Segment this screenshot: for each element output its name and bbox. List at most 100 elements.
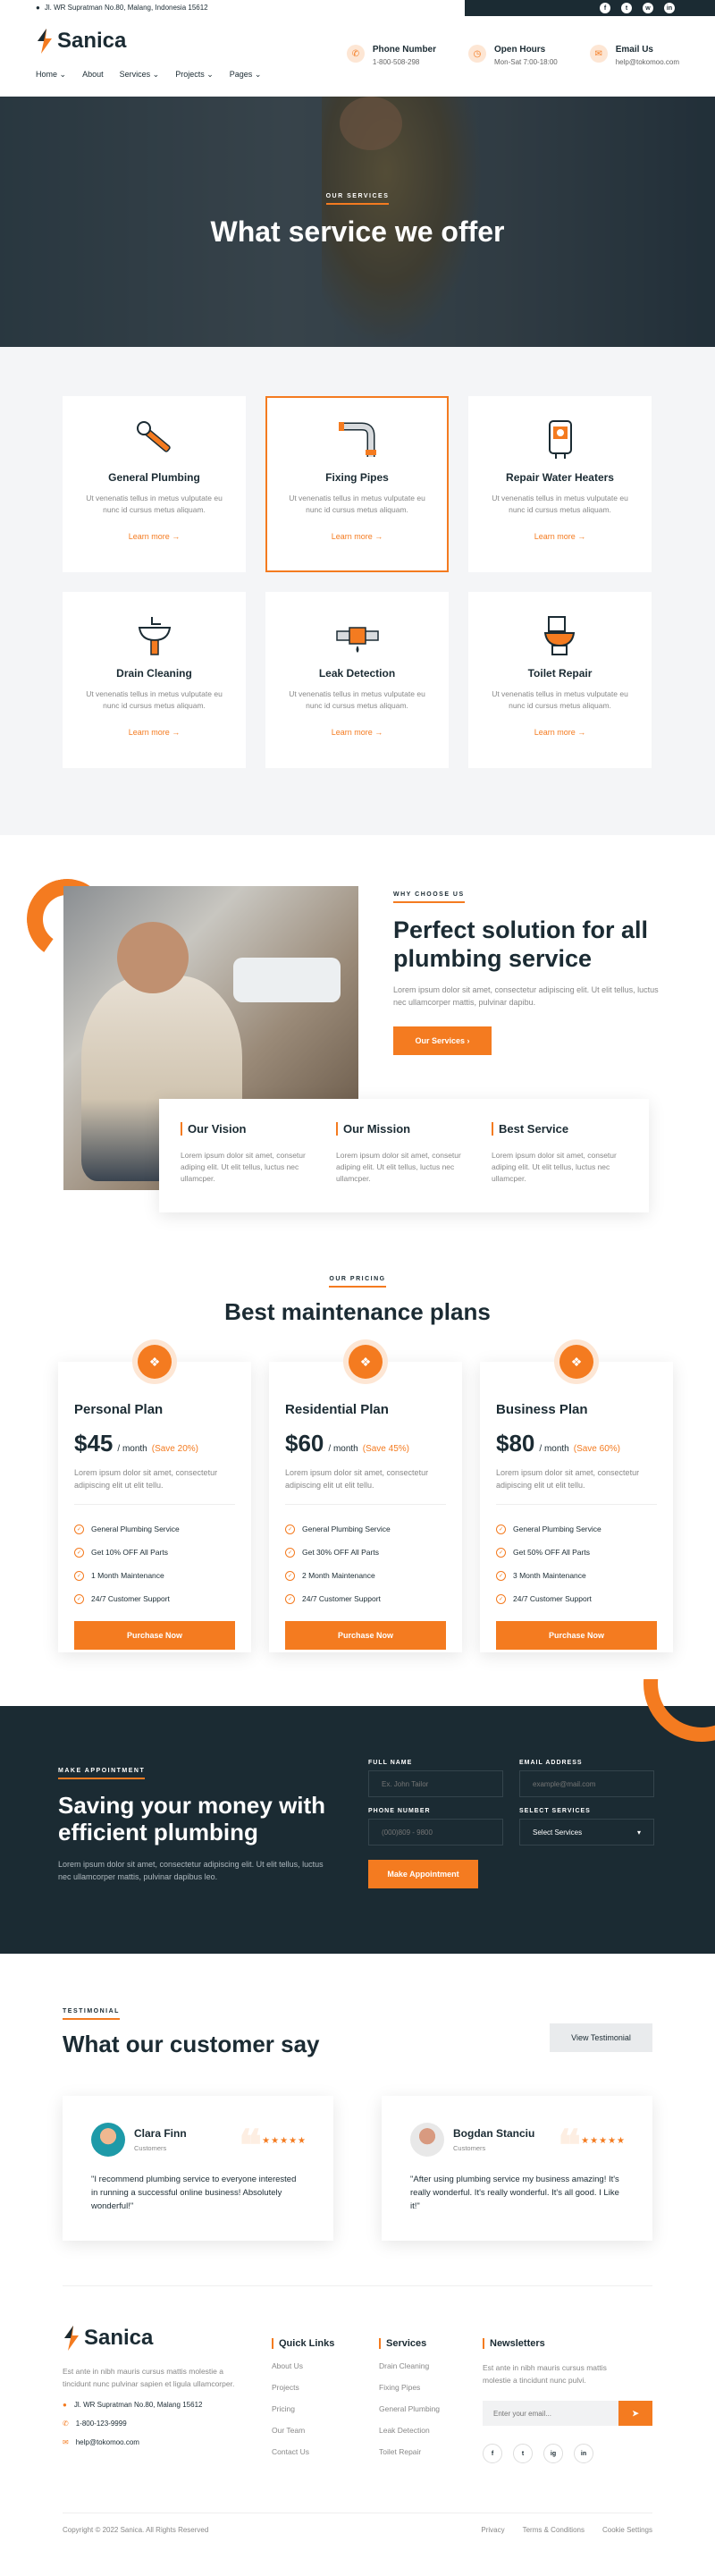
our-services-button[interactable]: Our Services › (393, 1026, 492, 1055)
newsletter-desc: Est ante in nibh mauris cursus mattis mo… (483, 2363, 607, 2385)
phone-input[interactable] (368, 1819, 503, 1845)
facebook-icon[interactable]: f (483, 2444, 502, 2463)
newsletter-email-input[interactable] (483, 2401, 618, 2426)
service-card[interactable]: Repair Water Heaters Ut venenatis tellus… (468, 396, 652, 572)
nav-pages[interactable]: Pages ⌄ (230, 70, 262, 80)
info-hours-value: Mon-Sat 7:00-18:00 (494, 58, 558, 66)
footer-link[interactable]: Leak Detection (379, 2426, 440, 2435)
learn-more-link[interactable]: Learn more → (129, 532, 181, 541)
plan-desc: Lorem ipsum dolor sit amet, consectetur … (496, 1468, 640, 1490)
quote-icon: ❝ (558, 2123, 581, 2170)
footer-link[interactable]: About Us (272, 2361, 334, 2370)
learn-more-link[interactable]: Learn more → (534, 728, 586, 737)
nav-home[interactable]: Home ⌄ (36, 70, 66, 80)
logo[interactable]: Sanica (36, 29, 126, 54)
phone-label: PHONE NUMBER (368, 1808, 431, 1814)
leak-icon (267, 613, 447, 658)
terms-link[interactable]: Terms & Conditions (523, 2526, 585, 2534)
whatsapp-icon[interactable]: w (643, 3, 653, 13)
select-services-value: Select Services (533, 1828, 583, 1837)
why-title: Perfect solution for all plumbing servic… (393, 916, 649, 972)
topbar-address: ● Jl. WR Supratman No.80, Malang, Indone… (36, 4, 208, 12)
service-card[interactable]: Drain Cleaning Ut venenatis tellus in me… (63, 592, 246, 768)
nav-services[interactable]: Services ⌄ (120, 70, 160, 80)
check-icon: ✓ (74, 1524, 84, 1534)
testimonial-quote: "I recommend plumbing service to everyon… (91, 2175, 297, 2211)
full-name-input[interactable] (368, 1770, 503, 1797)
footer-link[interactable]: Fixing Pipes (379, 2383, 440, 2392)
learn-more-link[interactable]: Learn more → (332, 532, 383, 541)
plan-feature: ✓ Get 50% OFF All Parts (496, 1541, 657, 1564)
plan-price: $60 (285, 1430, 324, 1457)
footer-link[interactable]: Projects (272, 2383, 334, 2392)
view-testimonial-button[interactable]: View Testimonial (550, 2023, 652, 2052)
logo-mark-icon (38, 29, 52, 54)
service-desc: Ut venenatis tellus in metus vulputate e… (492, 689, 628, 710)
service-title: Toilet Repair (527, 667, 593, 680)
footer-link[interactable]: Contact Us (272, 2447, 334, 2456)
purchase-now-button[interactable]: Purchase Now (285, 1621, 446, 1650)
info-phone-value: 1-800-508-298 (372, 58, 420, 66)
appointment-form: FULL NAME EMAIL ADDRESS PHONE NUMBER SEL… (368, 1760, 654, 1888)
mail-icon: ✉ (63, 2438, 69, 2446)
nav-about[interactable]: About (82, 70, 104, 80)
plan-price: $80 (496, 1430, 535, 1457)
arrow-right-icon: → (374, 532, 383, 541)
chevron-down-icon: ⌄ (206, 70, 214, 79)
arrow-right-icon: → (577, 728, 586, 737)
footer-bottom: Copyright © 2022 Sanica. All Rights Rese… (63, 2513, 652, 2534)
cookie-settings-link[interactable]: Cookie Settings (602, 2526, 652, 2534)
email-input[interactable] (519, 1770, 654, 1797)
topbar-dark-panel (465, 0, 715, 16)
plan-name: Residential Plan (285, 1402, 389, 1417)
service-card[interactable]: Toilet Repair Ut venenatis tellus in met… (468, 592, 652, 768)
plan-period: / month (539, 1444, 569, 1454)
phone-icon: ✆ (346, 45, 365, 63)
linkedin-icon[interactable]: in (574, 2444, 593, 2463)
twitter-icon[interactable]: t (621, 3, 632, 13)
plan-feature: ✓ General Plumbing Service (74, 1517, 235, 1541)
send-button[interactable]: ➤ (618, 2401, 652, 2426)
main-nav: Home ⌄ About Services ⌄ Projects ⌄ Pages… (36, 70, 261, 80)
plan-feature: ✓ 24/7 Customer Support (496, 1587, 657, 1610)
footer-link[interactable]: Our Team (272, 2426, 334, 2435)
facebook-icon[interactable]: f (600, 3, 610, 13)
service-title: Repair Water Heaters (506, 471, 614, 484)
twitter-icon[interactable]: t (513, 2444, 533, 2463)
testimonials-section: TESTIMONIAL What our customer say View T… (63, 1954, 652, 2285)
plan-save: (Save 60%) (573, 1444, 620, 1454)
photo-head (117, 922, 189, 993)
topbar-address-text: Jl. WR Supratman No.80, Malang, Indonesi… (44, 4, 208, 12)
caret-down-icon: ▾ (636, 1828, 641, 1837)
purchase-now-button[interactable]: Purchase Now (496, 1621, 657, 1650)
service-card[interactable]: General Plumbing Ut venenatis tellus in … (63, 396, 246, 572)
footer-link[interactable]: Toilet Repair (379, 2447, 440, 2456)
plan-feature: ✓ General Plumbing Service (285, 1517, 446, 1541)
footer-col-title: Services (379, 2338, 440, 2349)
appointment-section: MAKE APPOINTMENT Saving your money with … (0, 1679, 715, 1954)
privacy-link[interactable]: Privacy (481, 2526, 504, 2534)
footer-phone: ✆ 1-800-123-9999 (63, 2420, 127, 2428)
chevron-down-icon: ⌄ (254, 70, 262, 79)
plan-desc: Lorem ipsum dolor sit amet, consectetur … (74, 1468, 218, 1490)
reviewer-name: Clara Finn (134, 2127, 187, 2140)
purchase-now-button[interactable]: Purchase Now (74, 1621, 235, 1650)
learn-more-link[interactable]: Learn more → (534, 532, 586, 541)
linkedin-icon[interactable]: in (664, 3, 675, 13)
make-appointment-button[interactable]: Make Appointment (368, 1860, 478, 1888)
service-card[interactable]: Leak Detection Ut venenatis tellus in me… (265, 592, 449, 768)
footer-quick-links: Quick Links About Us Projects Pricing Ou… (272, 2338, 334, 2456)
nav-projects[interactable]: Projects ⌄ (175, 70, 214, 80)
footer-link[interactable]: Drain Cleaning (379, 2361, 440, 2370)
footer-logo[interactable]: Sanica (63, 2326, 241, 2351)
location-pin-icon: ● (63, 2401, 67, 2409)
learn-more-link[interactable]: Learn more → (129, 728, 181, 737)
copyright: Copyright © 2022 Sanica. All Rights Rese… (63, 2526, 209, 2534)
footer-link[interactable]: General Plumbing (379, 2404, 440, 2413)
service-card[interactable]: Fixing Pipes Ut venenatis tellus in metu… (265, 396, 449, 572)
select-services-dropdown[interactable]: Select Services ▾ (519, 1819, 654, 1845)
plan-badge: ❖ (132, 1339, 177, 1384)
learn-more-link[interactable]: Learn more → (332, 728, 383, 737)
instagram-icon[interactable]: ig (543, 2444, 563, 2463)
footer-link[interactable]: Pricing (272, 2404, 334, 2413)
